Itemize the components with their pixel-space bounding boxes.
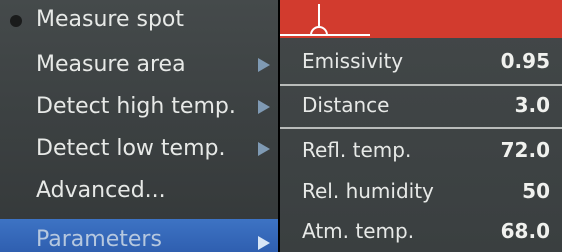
menu-item-measure-area[interactable]: Measure area — [0, 45, 278, 85]
param-value: 72.0 — [500, 138, 550, 162]
param-label: Distance — [302, 93, 390, 117]
menu-item-label: Advanced... — [36, 178, 166, 203]
triangle-right-icon — [258, 142, 270, 156]
triangle-right-icon — [258, 236, 270, 250]
param-label: Refl. temp. — [302, 138, 412, 162]
menu-item-label: Detect high temp. — [36, 94, 236, 119]
param-value: 50 — [522, 179, 550, 203]
menu-item-label: Parameters — [36, 227, 162, 252]
triangle-right-icon — [258, 58, 270, 72]
param-label: Emissivity — [302, 49, 404, 73]
param-value: 0.95 — [500, 49, 550, 73]
menu-item-label: Measure spot — [36, 7, 185, 32]
param-row-distance[interactable]: Distance 3.0 — [280, 84, 562, 126]
param-value: 3.0 — [514, 93, 550, 117]
menu-item-parameters[interactable]: Parameters — [0, 219, 278, 252]
thermal-camera-screen: Measure spot Measure area Detect high te… — [0, 0, 562, 252]
param-row-refl-temp[interactable]: Refl. temp. 72.0 — [280, 129, 562, 171]
menu-item-detect-low-temp[interactable]: Detect low temp. — [0, 129, 278, 169]
param-value: 68.0 — [500, 219, 550, 243]
param-row-emissivity[interactable]: Emissivity 0.95 — [280, 40, 562, 82]
param-label: Atm. temp. — [302, 219, 415, 243]
menu-item-detect-high-temp[interactable]: Detect high temp. — [0, 87, 278, 127]
menu-item-label: Measure area — [36, 52, 186, 77]
param-row-atm-temp[interactable]: Atm. temp. 68.0 — [280, 210, 562, 252]
measure-spot-crosshair-icon — [280, 4, 370, 36]
menu-item-label: Detect low temp. — [36, 136, 226, 161]
param-label: Rel. humidity — [302, 179, 434, 203]
parameters-panel: Emissivity 0.95 Distance 3.0 Refl. temp.… — [280, 0, 562, 252]
filled-circle-icon — [10, 15, 22, 27]
triangle-right-icon — [258, 100, 270, 114]
param-row-rel-humidity[interactable]: Rel. humidity 50 — [280, 170, 562, 212]
main-menu: Measure spot Measure area Detect high te… — [0, 0, 278, 252]
menu-item-advanced[interactable]: Advanced... — [0, 171, 278, 211]
menu-item-measure-spot[interactable]: Measure spot — [0, 0, 278, 40]
